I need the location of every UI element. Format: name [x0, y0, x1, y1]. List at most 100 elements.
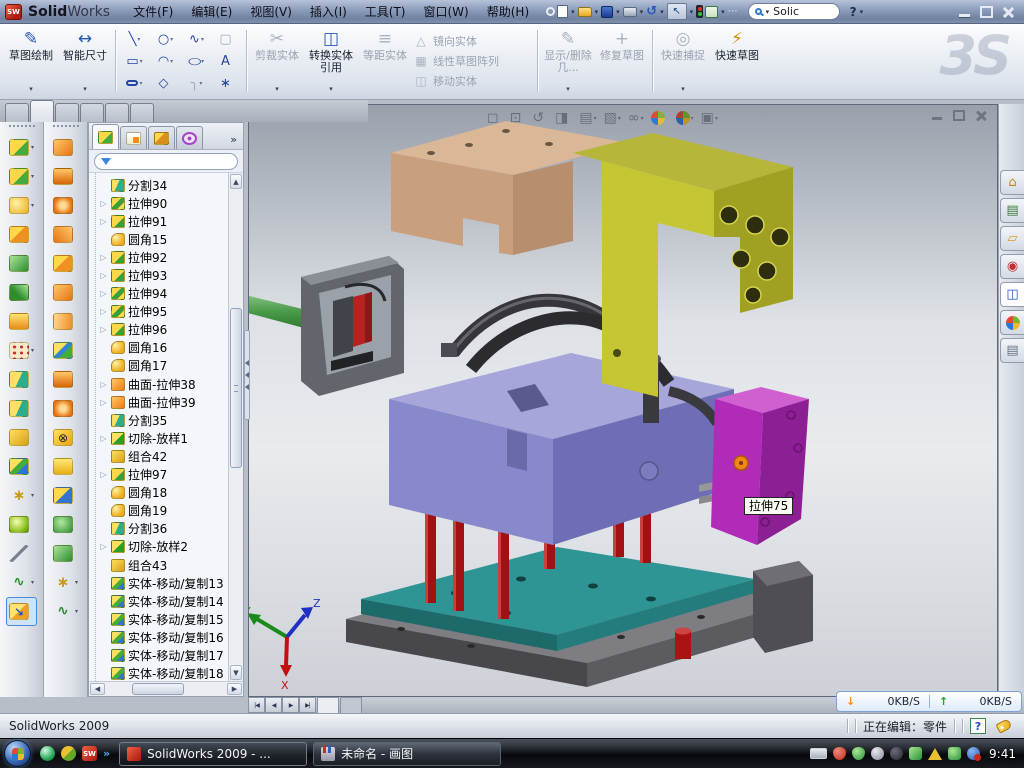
tree-item[interactable]: 分割35 — [99, 411, 228, 429]
document-tab[interactable] — [317, 697, 339, 713]
chevron-down-icon[interactable]: ▾ — [75, 608, 78, 615]
view-tool-button[interactable]: ▾ — [651, 111, 669, 125]
network-icon[interactable] — [909, 747, 922, 760]
scrollbar-thumb[interactable] — [230, 308, 242, 468]
panel-splitter[interactable] — [244, 330, 250, 420]
tray-shield-icon[interactable] — [948, 747, 961, 760]
tree-item[interactable]: 圆角17 — [99, 357, 228, 375]
taskbar-clock[interactable]: 9:41 — [989, 747, 1016, 761]
chevron-down-icon[interactable]: ▾ — [659, 8, 665, 16]
tray-security-alert-icon[interactable] — [833, 747, 846, 760]
surface-tool-button[interactable]: ▾ — [51, 191, 80, 220]
tree-item[interactable]: 组合42 — [99, 447, 228, 465]
tag-icon[interactable] — [995, 718, 1012, 733]
chevron-down-icon[interactable]: ▾ — [618, 115, 621, 122]
doc-close-button[interactable] — [975, 110, 987, 121]
restore-button[interactable] — [980, 6, 993, 18]
surface-tool-button[interactable]: ▾ — [51, 278, 80, 307]
chevron-down-icon[interactable]: ▾ — [689, 8, 695, 16]
pattern-tool-button[interactable]: △ 镜向实体 ▾ — [414, 33, 532, 49]
doc-minimize-button[interactable] — [931, 110, 943, 121]
surface-tool-button[interactable]: ▾ — [51, 365, 80, 394]
command-tab[interactable] — [5, 103, 29, 122]
undo-button[interactable]: ↺ — [646, 6, 657, 18]
tree-item[interactable]: 组合43 — [99, 556, 228, 574]
command-tab[interactable] — [105, 103, 129, 122]
command-tab[interactable] — [30, 100, 54, 122]
tree-item[interactable]: 拉伸96 — [99, 321, 228, 339]
expander-icon[interactable] — [99, 289, 108, 298]
tray-antivirus-icon[interactable] — [852, 747, 865, 760]
tree-horizontal-scrollbar[interactable]: ◀ ▶ — [89, 681, 243, 696]
chevron-down-icon[interactable]: ▾ — [859, 8, 865, 16]
tree-item[interactable]: 分割34 — [99, 176, 228, 194]
tree-item[interactable]: 拉伸90 — [99, 194, 228, 212]
surface-tool-button[interactable]: ▾ — [51, 539, 80, 568]
tree-item[interactable]: 实体-移动/复制14 — [99, 592, 228, 610]
quick-snaps-button[interactable]: ◎ 快速捕捉 ▾ — [656, 26, 710, 96]
feature-tool-button[interactable]: ▾ — [7, 365, 36, 394]
feature-tool-button[interactable]: ▾ — [7, 191, 36, 220]
scroll-right-button[interactable]: ▶ — [227, 683, 242, 695]
model-top-plate[interactable] — [391, 121, 629, 255]
task-pane-tab[interactable] — [1000, 310, 1024, 335]
expander-icon[interactable] — [99, 325, 108, 334]
tree-item[interactable]: 拉伸97 — [99, 466, 228, 484]
feature-tool-button[interactable]: ▾ — [7, 133, 36, 162]
expander-icon[interactable] — [99, 542, 108, 551]
expander-icon[interactable] — [99, 271, 108, 280]
expander-icon[interactable] — [99, 307, 108, 316]
feature-tool-button[interactable]: ▾ — [7, 278, 36, 307]
expander-icon[interactable] — [99, 398, 108, 407]
menu-item[interactable]: 工具(T) — [356, 0, 415, 23]
toolbar-grip[interactable] — [53, 125, 79, 129]
surface-tool-button[interactable]: ▾ — [51, 568, 80, 597]
surface-tool-button[interactable]: ▾ — [51, 597, 80, 626]
sketch-entity-button[interactable]: ∗ ▾ — [212, 72, 243, 94]
feature-tool-button[interactable]: ▾ — [7, 423, 36, 452]
minimize-button[interactable] — [958, 6, 971, 18]
chevron-down-icon[interactable]: ▾ — [170, 58, 173, 65]
pattern-tool-button[interactable]: ◫ 移动实体 ▾ — [414, 73, 532, 89]
task-pane-tab[interactable]: ◫ — [1000, 282, 1024, 307]
tree-item[interactable]: 圆角15 — [99, 230, 228, 248]
chevron-expand-icon[interactable]: » — [103, 747, 110, 760]
chevron-down-icon[interactable]: ▾ — [31, 173, 34, 180]
expander-icon[interactable] — [99, 253, 108, 262]
chevron-down-icon[interactable]: ▾ — [201, 36, 204, 43]
model-side-clamp[interactable] — [249, 256, 404, 396]
model-magenta-block[interactable] — [711, 387, 809, 545]
chevron-down-icon[interactable]: ▾ — [31, 579, 34, 586]
scroll-down-button[interactable]: ▼ — [230, 665, 242, 680]
tray-sync-icon[interactable] — [967, 747, 980, 760]
menu-item[interactable]: 帮助(H) — [478, 0, 538, 23]
chevron-down-icon[interactable]: ▾ — [29, 83, 33, 96]
tree-item[interactable]: 圆角19 — [99, 502, 228, 520]
chevron-down-icon[interactable]: ▾ — [170, 36, 173, 43]
surface-tool-button[interactable]: ▾ — [51, 336, 80, 365]
more-tabs-chevron[interactable]: » — [227, 133, 240, 149]
model-red-cylinder[interactable] — [675, 631, 691, 659]
view-tool-button[interactable]: ↺ ▾ — [532, 111, 548, 125]
chevron-down-icon[interactable]: ▾ — [31, 202, 34, 209]
new-file-button[interactable] — [557, 5, 568, 18]
feature-tool-button[interactable]: ▾ — [7, 394, 36, 423]
menu-item[interactable]: 文件(F) — [124, 0, 182, 23]
tree-item[interactable]: 实体-移动/复制16 — [99, 628, 228, 646]
surface-tool-button[interactable]: ▾ — [51, 133, 80, 162]
repair-sketch-button[interactable]: + 修复草图 — [595, 26, 649, 96]
graphics-viewport[interactable]: Y Z X ◻ ▾ ⊡ ▾ ↺ ▾ ◨ ▾ ▤ ▾ — [248, 104, 998, 697]
chevron-down-icon[interactable]: ▾ — [329, 83, 333, 96]
tree-vertical-scrollbar[interactable]: ▲ ▼ — [228, 173, 243, 681]
select-arrow-button[interactable]: ↖ — [667, 3, 687, 20]
view-tool-button[interactable]: ∞ ▾ — [628, 111, 644, 125]
doc-nav-button[interactable]: ▶ — [282, 697, 299, 713]
task-pane-tab[interactable]: ◉ — [1000, 254, 1024, 279]
messenger-icon[interactable] — [40, 746, 55, 761]
tree-item[interactable]: 拉伸95 — [99, 303, 228, 321]
toolbar-grip[interactable] — [9, 125, 35, 129]
volume-icon[interactable] — [890, 747, 903, 760]
tree-item[interactable]: 拉伸91 — [99, 212, 228, 230]
tray-warning-icon[interactable] — [928, 748, 942, 760]
sketch-entity-button[interactable]: ○ ▾ — [181, 50, 212, 72]
